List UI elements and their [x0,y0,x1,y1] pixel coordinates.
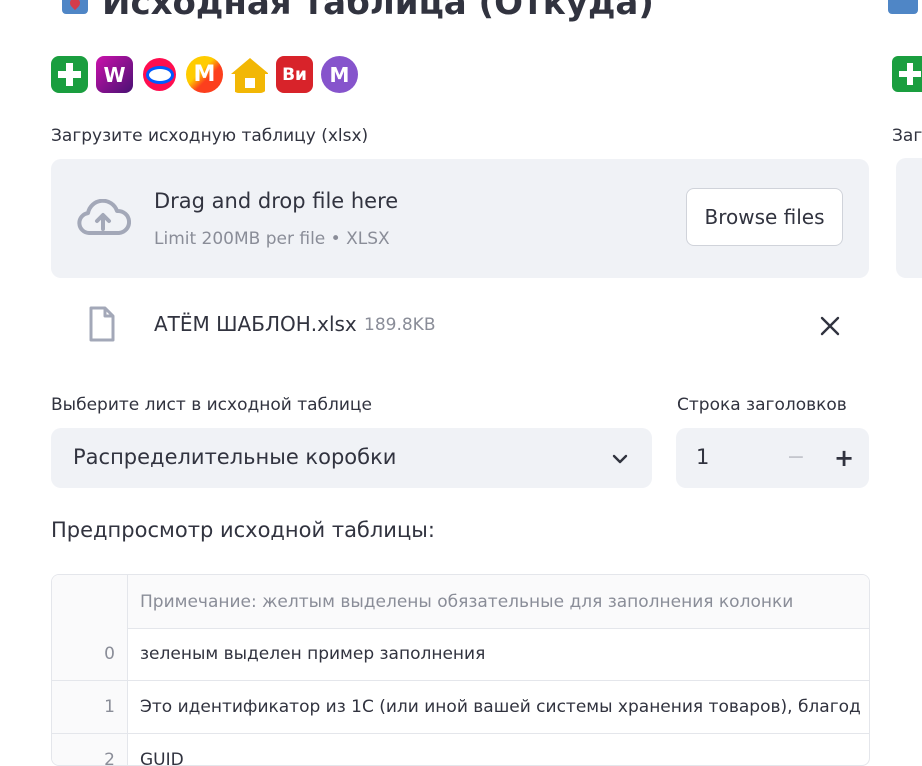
table-row: 2 GUID [52,734,869,765]
megamarket-logo-icon: M [321,56,358,93]
yandex-market-logo-icon: M [186,56,223,93]
column-header[interactable]: Примечание: желтым выделены обязательные… [140,575,793,627]
index-header-cell [52,575,128,628]
page-title-row: Исходная таблица (Откуда) [60,0,654,26]
chevron-down-icon [612,454,628,464]
preview-label: Предпросмотр исходной таблицы: [51,518,435,542]
sheet-select-label: Выберите лист в исходной таблице [51,395,372,415]
file-dropzone[interactable]: Drag and drop file here Limit 200MB per … [51,159,869,278]
sheet-select[interactable]: Распределительные коробки [51,428,652,488]
browse-files-button[interactable]: Browse files [686,188,843,246]
decrement-button[interactable]: − [782,444,810,472]
table-row: 0 зеленым выделен пример заполнения [52,628,869,681]
row-index: 2 [52,734,128,765]
header-row-value[interactable]: 1 [696,445,709,469]
right-column-upload-label: Заг [892,126,922,146]
table-cell[interactable]: Это идентификатор из 1С (или иной вашей … [140,681,861,733]
table-row: 1 Это идентификатор из 1С (или иной ваше… [52,681,869,734]
right-column-dropzone[interactable] [896,158,922,278]
table-cell[interactable]: GUID [140,734,184,765]
file-icon [89,306,115,342]
dropzone-limit: Limit 200MB per file • XLSX [154,229,390,249]
ozon-logo-icon [141,56,178,93]
sheet-select-value: Распределительные коробки [73,445,397,469]
uploaded-file-row: АТЁМ ШАБЛОН.xlsx 189.8KB [51,300,869,350]
increment-button[interactable]: + [830,444,858,472]
right-column-plus-logo [892,56,922,92]
row-index: 1 [52,681,128,733]
dropzone-title: Drag and drop file here [154,189,399,213]
wildberries-logo-icon: W [96,56,133,93]
file-name: АТЁМ ШАБЛОН.xlsx [154,312,357,336]
document-pin-icon [60,0,90,22]
header-row-label: Строка заголовков [677,395,847,415]
file-size: 189.8KB [364,315,436,335]
remove-file-icon[interactable] [817,313,843,339]
plus-logo-icon [51,56,88,93]
header-row-stepper[interactable]: 1 − + [676,428,869,488]
table-cell[interactable]: зеленым выделен пример заполнения [140,628,485,680]
preview-table[interactable]: Примечание: желтым выделены обязательные… [51,574,870,766]
home-logo-icon [231,56,268,93]
cloud-upload-icon [77,199,131,235]
marketplace-logos: W M Ви M [51,56,358,93]
upload-label: Загрузите исходную таблицу (xlsx) [51,126,369,146]
table-header-row: Примечание: желтым выделены обязательные… [52,575,869,629]
row-index: 0 [52,628,128,680]
page-title: Исходная таблица (Откуда) [102,0,654,23]
vi-logo-icon: Ви [276,56,313,93]
